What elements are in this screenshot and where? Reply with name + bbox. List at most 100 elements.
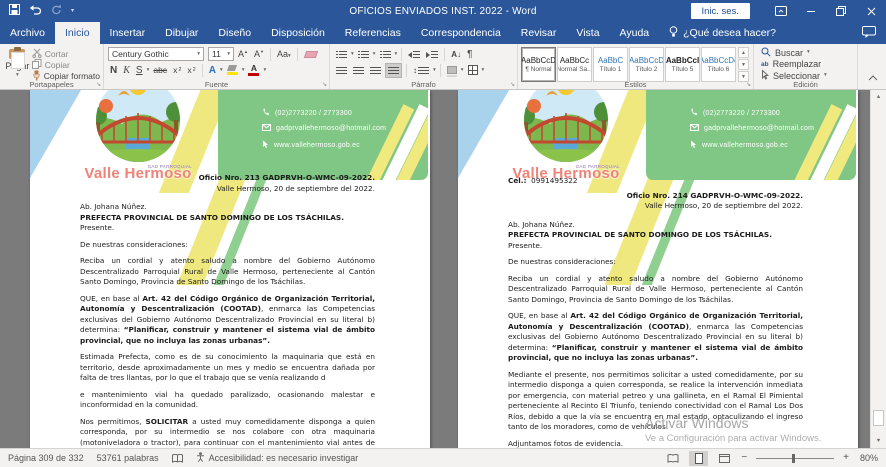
clipboard-icon xyxy=(9,49,25,59)
font-size-combo[interactable]: 11▾ xyxy=(208,47,234,61)
line-spacing-button[interactable]: ↕ xyxy=(411,63,431,78)
tell-me-box[interactable]: ¿Qué desea hacer? xyxy=(659,22,786,44)
tab-referencias[interactable]: Referencias xyxy=(335,22,411,44)
comments-icon[interactable] xyxy=(862,26,876,44)
increase-indent-button[interactable] xyxy=(424,47,440,62)
close-button[interactable] xyxy=(856,0,886,22)
align-right-button[interactable] xyxy=(368,63,383,78)
accessibility-status[interactable]: Accesibilidad: es necesario investigar xyxy=(196,452,359,464)
borders-button[interactable] xyxy=(466,63,480,78)
cel-line: Cel.: 0991495322 xyxy=(508,176,803,187)
align-left-button[interactable] xyxy=(334,63,349,78)
dialog-launcher-icon[interactable]: ↘ xyxy=(96,82,101,88)
align-center-button[interactable] xyxy=(351,63,366,78)
dialog-launcher-icon[interactable]: ↘ xyxy=(322,82,327,88)
collapse-ribbon-icon[interactable] xyxy=(868,68,878,86)
tab-insertar[interactable]: Insertar xyxy=(100,22,156,44)
shading-button[interactable] xyxy=(445,63,459,78)
strikethrough-button[interactable]: abc xyxy=(151,63,169,78)
find-button[interactable]: Buscar▾ xyxy=(757,47,854,58)
scroll-down-icon[interactable]: ▼ xyxy=(871,434,886,448)
sort-button[interactable]: A↓ xyxy=(449,47,463,62)
grow-font-button[interactable]: A▲ xyxy=(236,49,250,59)
tab-vista[interactable]: Vista xyxy=(566,22,609,44)
gallery-up-icon[interactable]: ▲ xyxy=(738,47,749,58)
word-count-status[interactable]: 53761 palabras xyxy=(97,453,159,463)
scroll-up-icon[interactable]: ▲ xyxy=(871,90,886,104)
tab-diseno[interactable]: Diseño xyxy=(208,22,261,44)
statusbar-right: − + 80% xyxy=(663,451,878,466)
redo-icon[interactable] xyxy=(51,2,62,20)
page-left[interactable]: RUC : 1760120660001 (02)2773220 / 277330… xyxy=(30,90,430,448)
print-layout-button[interactable] xyxy=(689,451,708,466)
multilevel-list-button[interactable] xyxy=(378,47,393,62)
letter-paragraph: QUE, en base al Art. 42 del Código Orgán… xyxy=(508,311,803,364)
show-marks-button[interactable]: ¶ xyxy=(465,47,474,62)
style-normal[interactable]: AaBbCcD ¶ Normal xyxy=(521,47,556,82)
page-right[interactable]: RUC : 1760120660001 (02)2773220 / 277330… xyxy=(458,90,858,448)
tab-inicio[interactable]: Inicio xyxy=(55,22,100,44)
dialog-launcher-icon[interactable]: ↘ xyxy=(746,82,751,88)
header-banner: RUC : 1760120660001 (02)2773220 / 277330… xyxy=(646,90,856,180)
ribbon-display-options-icon[interactable] xyxy=(766,0,796,22)
italic-button[interactable]: K xyxy=(121,63,132,78)
justify-button[interactable] xyxy=(385,63,402,78)
font-family-combo[interactable]: Century Gothic▾ xyxy=(108,47,204,61)
bold-button[interactable]: N xyxy=(108,63,119,78)
sign-in-button[interactable]: Inic. ses. xyxy=(691,3,751,19)
proofing-status-icon[interactable] xyxy=(172,454,183,463)
bullets-button[interactable] xyxy=(334,47,349,62)
valle-hermoso-logo: GAD PARROQUIAL Valle Hermoso xyxy=(76,90,200,182)
text-effects-button[interactable]: A xyxy=(207,63,218,78)
numbering-button[interactable] xyxy=(356,47,371,62)
minimize-button[interactable] xyxy=(796,0,826,22)
style-normal-sa[interactable]: AaBbCc Normal Sa... xyxy=(557,47,592,82)
clear-formatting-icon[interactable] xyxy=(304,51,318,58)
decrease-indent-icon xyxy=(408,50,420,59)
cursor-arrow-icon xyxy=(690,140,697,151)
qat-customize-icon[interactable]: ▾ xyxy=(71,9,74,14)
shrink-font-button[interactable]: A▼ xyxy=(252,49,266,59)
zoom-slider[interactable] xyxy=(756,458,834,459)
change-case-button[interactable]: Aa▾ xyxy=(275,49,293,59)
tab-ayuda[interactable]: Ayuda xyxy=(610,22,660,44)
tab-dibujar[interactable]: Dibujar xyxy=(155,22,208,44)
ruc-line: RUC : 1760120660001 xyxy=(262,90,350,92)
gallery-down-icon[interactable]: ▼ xyxy=(738,59,749,70)
addressee-name: Ab. Johana Núñez. xyxy=(508,220,803,231)
style-titulo-6[interactable]: AaBbCcDc Título 6 xyxy=(701,47,736,82)
tab-disposicion[interactable]: Disposición xyxy=(261,22,335,44)
style-titulo-2[interactable]: AaBbCcD Título 2 xyxy=(629,47,664,82)
tab-archivo[interactable]: Archivo xyxy=(0,22,55,44)
oficio-date: Valle Hermoso, 20 de septiembre del 2022… xyxy=(508,201,803,212)
restore-button[interactable] xyxy=(826,0,856,22)
zoom-in-button[interactable]: + xyxy=(843,453,849,463)
cut-button[interactable]: Cortar xyxy=(32,49,100,59)
copy-button[interactable]: Copiar xyxy=(32,60,100,70)
tab-revisar[interactable]: Revisar xyxy=(511,22,567,44)
subscript-button[interactable]: x2 xyxy=(171,63,183,78)
superscript-button[interactable]: x2 xyxy=(185,63,197,78)
style-titulo-1[interactable]: AaBbC Título 1 xyxy=(593,47,628,82)
group-fuente: Century Gothic▾ 11▾ A▲ A▼ Aa▾ N K S▾ abc… xyxy=(104,44,330,89)
page-count-status[interactable]: Página 309 de 332 xyxy=(8,453,84,463)
zoom-percentage[interactable]: 80% xyxy=(856,453,878,463)
decrease-indent-button[interactable] xyxy=(406,47,422,62)
underline-button[interactable]: S xyxy=(134,63,145,78)
paste-button[interactable]: Pegar ▾ xyxy=(3,46,32,78)
style-titulo-5[interactable]: AaBbCcI Título 5 xyxy=(665,47,700,82)
font-color-button[interactable]: A xyxy=(246,63,261,78)
web-layout-button[interactable] xyxy=(715,451,734,466)
highlight-color-button[interactable] xyxy=(225,63,240,78)
save-icon[interactable] xyxy=(9,2,20,20)
undo-icon[interactable] xyxy=(29,2,42,20)
dialog-launcher-icon[interactable]: ↘ xyxy=(510,82,515,88)
replace-button[interactable]: ab Reemplazar xyxy=(757,59,854,69)
website-line: www.vallehermoso.gob.ec xyxy=(690,140,788,151)
tab-correspondencia[interactable]: Correspondencia xyxy=(411,22,511,44)
vertical-scrollbar[interactable]: ▲ ▼ xyxy=(870,90,886,448)
zoom-slider-thumb[interactable] xyxy=(792,454,795,463)
read-mode-button[interactable] xyxy=(663,451,682,466)
zoom-out-button[interactable]: − xyxy=(741,453,747,463)
scrollbar-thumb[interactable] xyxy=(873,410,884,426)
